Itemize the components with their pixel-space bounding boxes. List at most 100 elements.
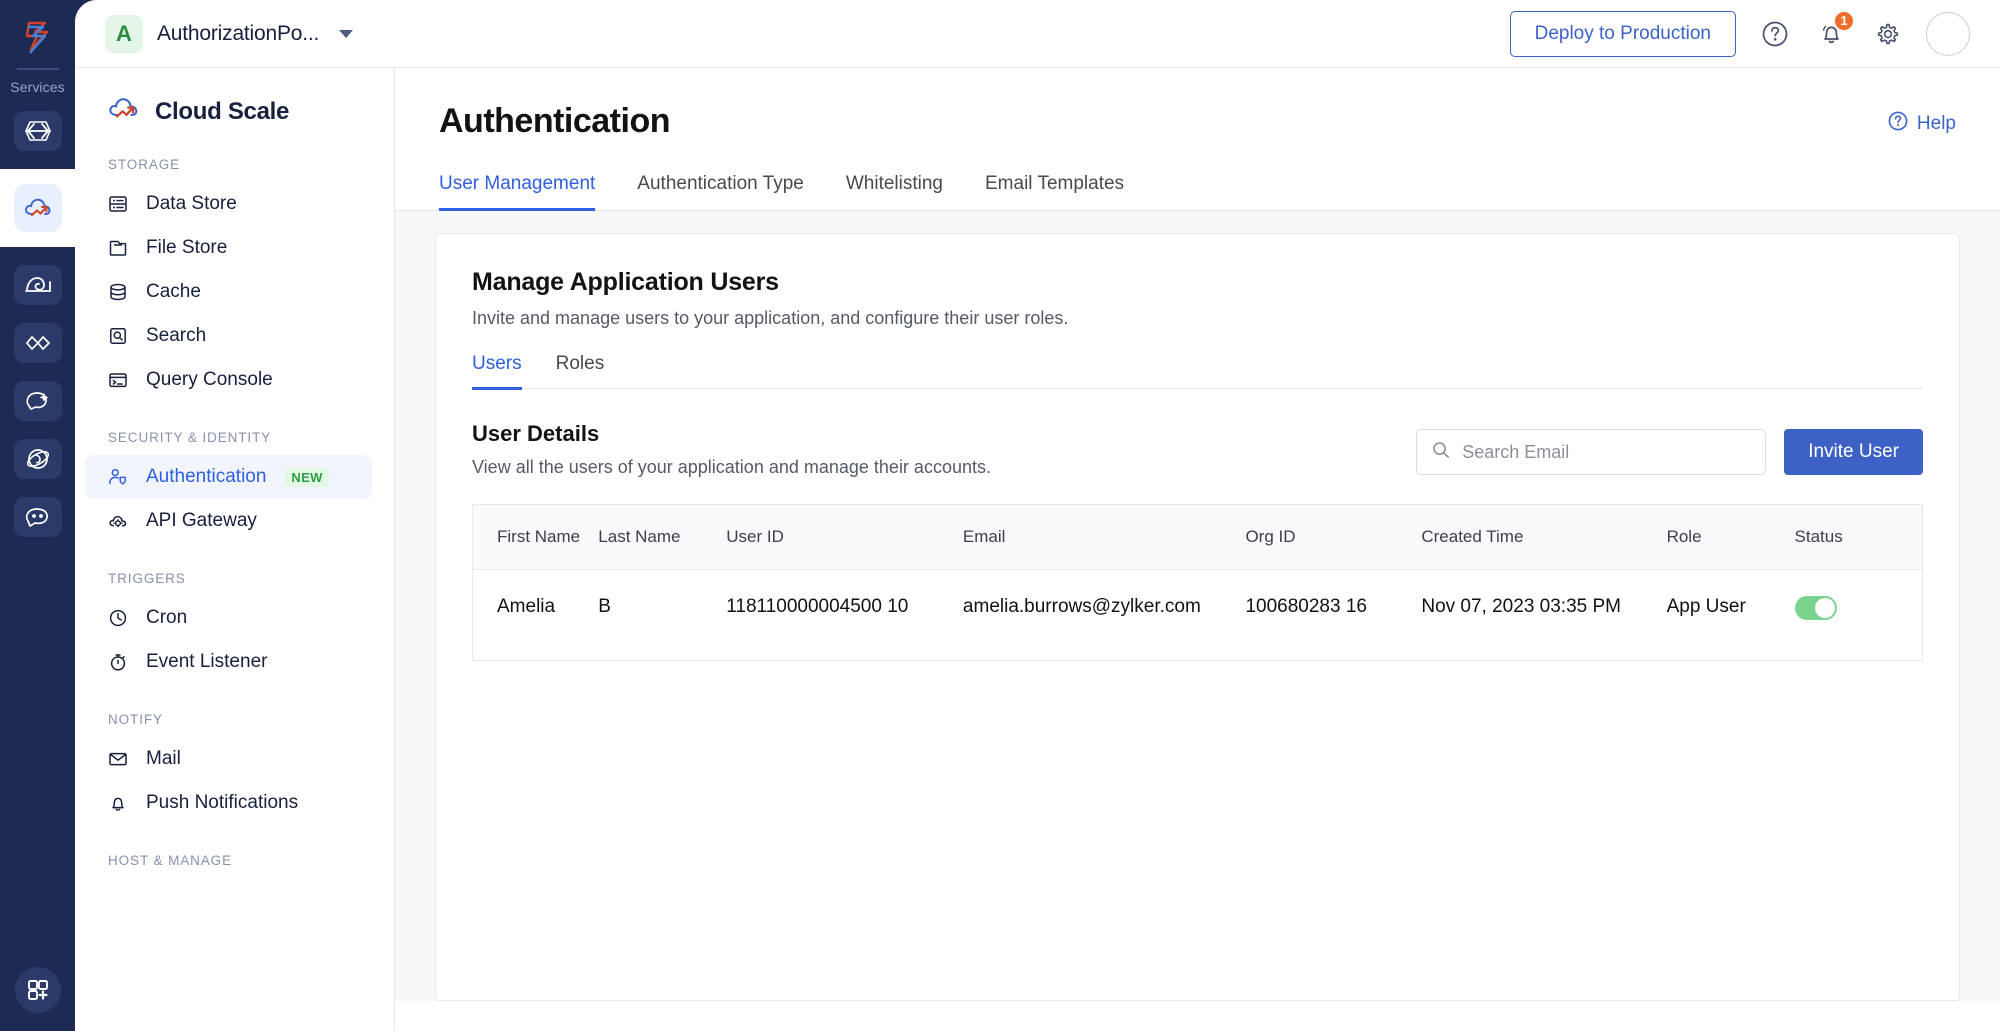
- col-email: Email: [962, 504, 1246, 570]
- secondary-sidebar: Cloud Scale STORAGE Data Store File Stor…: [75, 68, 395, 1031]
- sidebar-item-label: Event Listener: [146, 651, 268, 672]
- file-store-icon: [107, 237, 129, 259]
- cell-last-name: B: [598, 569, 727, 661]
- tab-user-management[interactable]: User Management: [439, 173, 596, 211]
- nav-group-host-manage-label: HOST & MANAGE: [108, 853, 232, 868]
- api-gateway-icon: [107, 510, 129, 532]
- page-header: Authentication Help: [395, 68, 2000, 141]
- rail-divider: [16, 68, 59, 70]
- table-header-row: First Name Last Name User ID Email Org I…: [472, 504, 1923, 570]
- user-shield-icon: [107, 466, 129, 488]
- page-tabs: User Management Authentication Type Whit…: [395, 173, 2000, 211]
- sidebar-item-push-notifications[interactable]: Push Notifications: [85, 781, 372, 825]
- app-root: Services A AuthorizationPo... Deploy to …: [0, 0, 2000, 1031]
- query-console-icon: [107, 369, 129, 391]
- sidebar-item-file-store[interactable]: File Store: [85, 226, 372, 270]
- search-email-box[interactable]: [1416, 429, 1767, 475]
- cell-role: App User: [1666, 569, 1795, 661]
- services-rail: Services: [0, 0, 75, 1031]
- service-ai[interactable]: [13, 381, 62, 421]
- nav-group-notify-label: NOTIFY: [108, 712, 163, 727]
- card-subtabs: Users Roles: [472, 353, 1923, 390]
- cloud-scale-logo-icon: [107, 94, 141, 129]
- subtab-roles[interactable]: Roles: [556, 353, 605, 390]
- gear-icon[interactable]: [1870, 17, 1904, 51]
- project-avatar: A: [105, 14, 143, 53]
- sidebar-item-label: Push Notifications: [146, 792, 299, 813]
- col-role: Role: [1666, 504, 1795, 570]
- service-chatbot[interactable]: [13, 497, 62, 537]
- col-org-id: Org ID: [1245, 504, 1422, 570]
- service-integrations[interactable]: [13, 323, 62, 363]
- card-subtitle: Invite and manage users to your applicat…: [472, 307, 1069, 328]
- status-toggle[interactable]: [1794, 596, 1837, 620]
- sidebar-item-label: Authentication: [146, 466, 267, 487]
- tab-whitelisting[interactable]: Whitelisting: [846, 173, 943, 211]
- top-bar-actions: Deploy to Production 1: [1509, 9, 1970, 57]
- section-title: User Details: [472, 421, 600, 446]
- help-circle-icon[interactable]: [1758, 17, 1792, 51]
- sidebar-item-label: Query Console: [146, 369, 273, 390]
- rail-label: Services: [10, 79, 65, 95]
- col-status: Status: [1794, 504, 1923, 570]
- section-actions: Invite User: [1416, 421, 1923, 475]
- help-link[interactable]: Help: [1887, 102, 1956, 138]
- sidebar-item-label: Cron: [146, 607, 188, 628]
- sidebar-item-search[interactable]: Search: [85, 314, 372, 358]
- cache-database-icon: [107, 281, 129, 303]
- sidebar-item-cron[interactable]: Cron: [85, 596, 372, 640]
- rail-item-list: [0, 111, 75, 537]
- sidebar-item-label: Search: [146, 325, 207, 346]
- grid-plus-icon[interactable]: [14, 967, 61, 1013]
- sidebar-item-data-store[interactable]: Data Store: [85, 182, 372, 226]
- page-title: Authentication: [439, 102, 670, 140]
- invite-user-button[interactable]: Invite User: [1784, 429, 1923, 475]
- stopwatch-icon: [107, 651, 129, 673]
- sidebar-item-query-console[interactable]: Query Console: [85, 358, 372, 402]
- sidebar-item-mail[interactable]: Mail: [85, 737, 372, 781]
- cell-created-time: Nov 07, 2023 03:35 PM: [1421, 569, 1667, 661]
- sidebar-item-label: Mail: [146, 748, 181, 769]
- sidebar-item-label: Data Store: [146, 193, 237, 214]
- users-table: First Name Last Name User ID Email Org I…: [472, 504, 1923, 661]
- notifications-bell-icon[interactable]: 1: [1814, 9, 1855, 51]
- service-orbit[interactable]: [13, 439, 62, 479]
- sidebar-item-authentication[interactable]: Authentication NEW: [85, 455, 372, 499]
- help-label: Help: [1916, 113, 1956, 134]
- user-avatar[interactable]: [1926, 11, 1970, 56]
- col-user-id: User ID: [726, 504, 963, 570]
- service-cloud-scale[interactable]: [0, 153, 75, 263]
- sidebar-item-api-gateway[interactable]: API Gateway: [85, 499, 372, 543]
- tab-email-templates[interactable]: Email Templates: [985, 173, 1124, 211]
- new-badge: NEW: [285, 467, 329, 487]
- service-code[interactable]: [13, 111, 62, 151]
- question-circle-icon: [1887, 110, 1909, 138]
- app-shell: A AuthorizationPo... Deploy to Productio…: [75, 0, 2000, 1031]
- cell-email: amelia.burrows@zylker.com: [962, 569, 1246, 661]
- table-row[interactable]: Amelia B 118110000004500 10 amelia.burro…: [472, 569, 1923, 661]
- notifications-count-badge: 1: [1833, 9, 1855, 32]
- service-serverless[interactable]: [13, 265, 62, 305]
- chevron-down-icon[interactable]: [339, 29, 354, 38]
- main-content: Authentication Help User Management Auth…: [395, 68, 2000, 1031]
- clock-icon: [107, 607, 129, 629]
- sidebar-item-event-listener[interactable]: Event Listener: [85, 640, 372, 684]
- sidebar-item-label: File Store: [146, 237, 228, 258]
- top-bar: A AuthorizationPo... Deploy to Productio…: [75, 0, 2000, 68]
- content-area: Manage Application Users Invite and mana…: [395, 210, 2000, 1001]
- subtab-users[interactable]: Users: [472, 353, 522, 390]
- tab-authentication-type[interactable]: Authentication Type: [637, 173, 804, 211]
- search-box-icon: [107, 325, 129, 347]
- project-selector[interactable]: A AuthorizationPo...: [105, 14, 354, 53]
- rail-active-indicator: [0, 153, 75, 263]
- cloud-scale-icon: [13, 184, 62, 232]
- sidebar-item-label: Cache: [146, 281, 201, 302]
- sidebar-item-cache[interactable]: Cache: [85, 270, 372, 314]
- deploy-to-production-button[interactable]: Deploy to Production: [1509, 10, 1736, 57]
- search-input[interactable]: [1462, 441, 1752, 463]
- cell-status: [1794, 569, 1923, 661]
- cell-first-name: Amelia: [472, 569, 599, 661]
- col-first-name: First Name: [472, 504, 599, 570]
- project-name: AuthorizationPo...: [157, 21, 320, 45]
- catalyst-logo-icon[interactable]: [15, 14, 61, 60]
